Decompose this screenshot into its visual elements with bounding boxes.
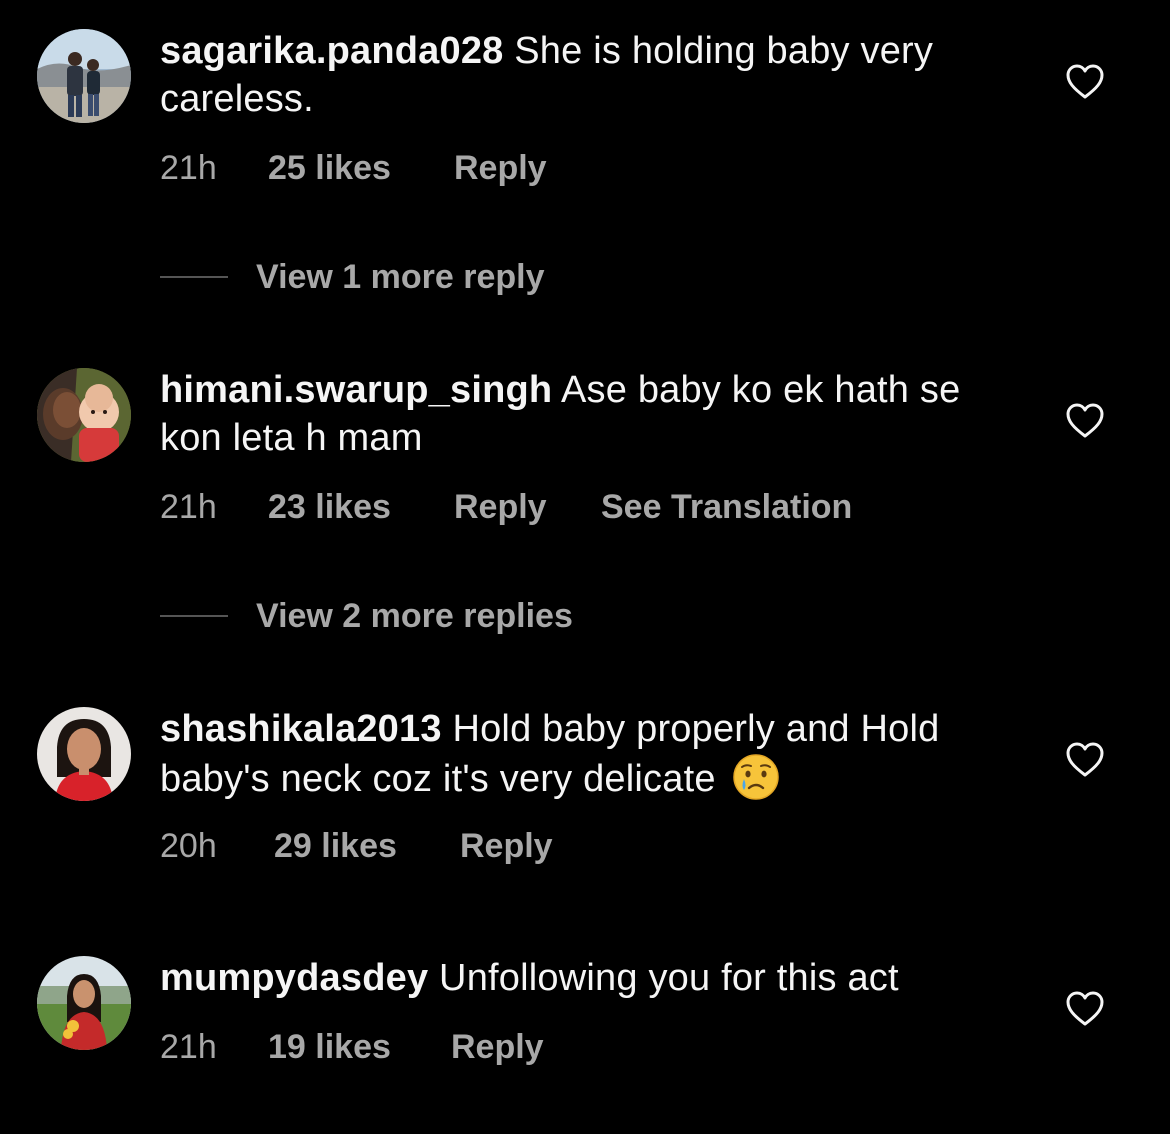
comment-likes[interactable]: 19 likes xyxy=(268,1027,451,1067)
reply-button[interactable]: Reply xyxy=(454,148,547,188)
avatar[interactable] xyxy=(37,368,131,462)
reply-button[interactable]: Reply xyxy=(460,826,553,866)
avatar[interactable] xyxy=(37,29,131,123)
comment-text: mumpydasdey Unfollowing you for this act xyxy=(160,954,1020,1002)
comment-time: 21h xyxy=(160,149,217,187)
comment-likes[interactable]: 25 likes xyxy=(268,148,454,188)
view-replies-label[interactable]: View 2 more replies xyxy=(256,596,573,636)
comment-time: 20h xyxy=(160,827,217,865)
comment-meta: 21h 25 likes Reply xyxy=(160,148,547,188)
comment-text: shashikala2013 Hold baby properly and Ho… xyxy=(160,705,1020,803)
view-replies[interactable]: View 1 more reply xyxy=(160,257,545,297)
avatar-photo xyxy=(37,956,131,1050)
comment-text: himani.swarup_singh Ase baby ko ek hath … xyxy=(160,366,1020,462)
comment-likes[interactable]: 29 likes xyxy=(274,826,460,866)
comment-text: sagarika.panda028 She is holding baby ve… xyxy=(160,27,1020,123)
avatar[interactable] xyxy=(37,956,131,1050)
comment-meta: 20h 29 likes Reply xyxy=(160,826,553,866)
avatar-photo xyxy=(37,707,131,801)
comment-meta: 21h 19 likes Reply xyxy=(160,1027,544,1067)
like-heart-icon[interactable] xyxy=(1066,991,1104,1027)
see-translation-button[interactable]: See Translation xyxy=(601,487,852,527)
reply-button[interactable]: Reply xyxy=(451,1027,544,1067)
like-heart-icon[interactable] xyxy=(1066,403,1104,439)
view-replies[interactable]: View 2 more replies xyxy=(160,596,573,636)
view-replies-label[interactable]: View 1 more reply xyxy=(256,257,545,297)
replies-divider xyxy=(160,276,228,278)
avatar[interactable] xyxy=(37,707,131,801)
comment-username[interactable]: himani.swarup_singh xyxy=(160,369,552,411)
avatar-photo xyxy=(37,29,131,123)
comment-time: 21h xyxy=(160,1028,217,1066)
comment-username[interactable]: mumpydasdey xyxy=(160,957,428,999)
reply-button[interactable]: Reply xyxy=(454,487,601,527)
comment-username[interactable]: shashikala2013 xyxy=(160,708,442,750)
crying-face-emoji xyxy=(733,754,780,800)
like-heart-icon[interactable] xyxy=(1066,742,1104,778)
comment-body: Unfollowing you for this act xyxy=(428,957,899,999)
comment-meta: 21h 23 likes Reply See Translation xyxy=(160,487,852,527)
comment-likes[interactable]: 23 likes xyxy=(268,487,454,527)
replies-divider xyxy=(160,615,228,617)
like-heart-icon[interactable] xyxy=(1066,64,1104,100)
avatar-photo xyxy=(37,368,131,462)
comment-username[interactable]: sagarika.panda028 xyxy=(160,30,504,72)
comment-time: 21h xyxy=(160,488,217,526)
